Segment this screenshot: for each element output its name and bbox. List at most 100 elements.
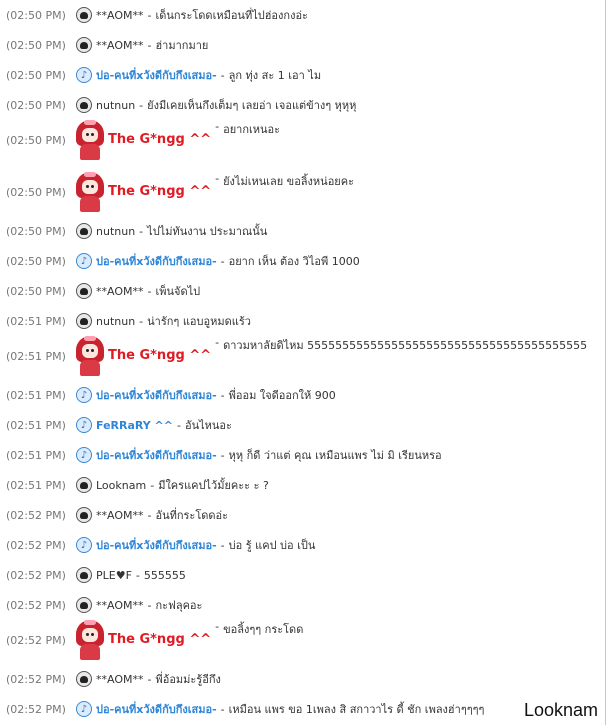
separator: - xyxy=(215,172,220,185)
timestamp: (02:52 PM) xyxy=(6,538,66,552)
nickname[interactable]: ปอ-คนที่xวังดีกับกึงเสมอ- xyxy=(96,536,217,554)
chat-row: (02:52 PM) PLE♥F - 555555 xyxy=(0,560,605,590)
separator: - xyxy=(177,418,181,432)
timestamp: (02:51 PM) xyxy=(6,388,66,402)
nickname[interactable]: Looknam xyxy=(96,479,146,492)
message-text: ฮ่ามากมาย xyxy=(155,39,209,52)
avatar-icon xyxy=(76,120,104,160)
message-text: เหมือน แพร ขอ 1เพลง สิ สกาวาไร ดี้ ชัก เ… xyxy=(228,703,485,716)
separator: - xyxy=(215,120,220,133)
watermark: Looknam xyxy=(523,700,598,720)
nickname[interactable]: ปอ-คนที่xวังดีกับกึงเสมอ- xyxy=(96,386,217,404)
nickname[interactable]: nutnun xyxy=(96,225,135,238)
nickname[interactable]: **AOM** xyxy=(96,39,143,52)
chat-row: (02:50 PM) **AOM** - เด็นกระโดดเหมือนที่… xyxy=(0,0,605,30)
skull-icon xyxy=(76,313,92,329)
nickname[interactable]: **AOM** xyxy=(96,509,143,522)
skull-icon xyxy=(76,671,92,687)
message-text: ลูก ทุ่ง สะ 1 เอา ไม xyxy=(228,69,322,82)
chat-row: (02:52 PM) **AOM** - อันที่กระโดดอ่ะ xyxy=(0,500,605,530)
timestamp: (02:50 PM) xyxy=(6,8,66,22)
timestamp: (02:50 PM) xyxy=(6,134,66,147)
nickname[interactable]: The G*ngg ^^ xyxy=(108,632,211,647)
message-text: อันไหนอะ xyxy=(184,419,232,432)
nickname[interactable]: **AOM** xyxy=(96,599,143,612)
separator: - xyxy=(139,224,144,238)
skull-icon xyxy=(76,283,92,299)
separator: - xyxy=(135,568,140,582)
separator: - xyxy=(220,254,225,268)
message-text: ไปไม่ทันงาน ประมาณนั้น xyxy=(147,225,268,238)
timestamp: (02:51 PM) xyxy=(6,350,66,363)
timestamp: (02:51 PM) xyxy=(6,478,66,492)
avatar-icon xyxy=(76,336,104,376)
chat-log: (02:50 PM) **AOM** - เด็นกระโดดเหมือนที่… xyxy=(0,0,606,725)
timestamp: (02:51 PM) xyxy=(6,418,66,432)
chat-row: (02:52 PM) ปอ-คนที่xวังดีกับกึงเสมอ- - บ… xyxy=(0,530,605,560)
music-note-icon xyxy=(76,67,92,83)
chat-row: (02:51 PM) nutnun - น่ารักๆ แอบอูหมดแร้ว xyxy=(0,306,605,336)
music-note-icon xyxy=(76,253,92,269)
timestamp: (02:50 PM) xyxy=(6,68,66,82)
message-text: อยากเหนอะ xyxy=(223,123,281,136)
chat-row: (02:52 PM) ปอ-คนที่xวังดีกับกึงเสมอ- - เ… xyxy=(0,694,605,724)
chat-row: (02:52 PM) **AOM** - พี่อ้อมม่ะรู้อีกึง xyxy=(0,664,605,694)
chat-row: (02:51 PM) FeRRaRY ^^ - อันไหนอะ xyxy=(0,410,605,440)
avatar-icon xyxy=(76,620,104,660)
skull-icon xyxy=(76,507,92,523)
timestamp: (02:52 PM) xyxy=(6,672,66,686)
nickname[interactable]: The G*ngg ^^ xyxy=(108,184,211,199)
nickname[interactable]: **AOM** xyxy=(96,673,143,686)
nickname[interactable]: The G*ngg ^^ xyxy=(108,132,211,147)
separator: - xyxy=(150,478,155,492)
skull-icon xyxy=(76,223,92,239)
message-text: ขอลิ้งๆๆ กระโดด xyxy=(223,623,304,636)
chat-row: (02:50 PM) nutnun - ไปไม่ทันงาน ประมาณนั… xyxy=(0,216,605,246)
separator: - xyxy=(215,336,220,349)
message-text: น่ารักๆ แอบอูหมดแร้ว xyxy=(147,315,251,328)
nickname[interactable]: ปอ-คนที่xวังดีกับกึงเสมอ- xyxy=(96,66,217,84)
timestamp: (02:50 PM) xyxy=(6,254,66,268)
separator: - xyxy=(139,314,144,328)
timestamp: (02:52 PM) xyxy=(6,568,66,582)
nickname[interactable]: ปอ-คนที่xวังดีกับกึงเสมอ- xyxy=(96,252,217,270)
nickname[interactable]: ปอ-คนที่xวังดีกับกึงเสมอ- xyxy=(96,446,217,464)
nickname[interactable]: The G*ngg ^^ xyxy=(108,348,211,363)
chat-row: (02:50 PM) ปอ-คนที่xวังดีกับกึงเสมอ- - ล… xyxy=(0,60,605,90)
message-text: พี่ออม ใจดีออกให้ 900 xyxy=(228,389,336,402)
separator: - xyxy=(147,284,152,298)
chat-row: (02:50 PM) **AOM** - ฮ่ามากมาย xyxy=(0,30,605,60)
message-text: อันที่กระโดดอ่ะ xyxy=(155,509,229,522)
nickname[interactable]: nutnun xyxy=(96,315,135,328)
chat-row: (02:51 PM) Looknam - มีใครแคปไว้มั้ยคะะ … xyxy=(0,470,605,500)
chat-row: (02:51 PM) ปอ-คนที่xวังดีกับกึงเสมอ- - พ… xyxy=(0,380,605,410)
nickname[interactable]: ปอ-คนที่xวังดีกับกึงเสมอ- xyxy=(96,700,217,718)
chat-row: (02:52 PM) The G*ngg ^^ - ขอลิ้งๆๆ กระโด… xyxy=(0,620,605,664)
timestamp: (02:52 PM) xyxy=(6,634,66,647)
skull-icon xyxy=(76,477,92,493)
timestamp: (02:52 PM) xyxy=(6,598,66,612)
message-text: หุหุ ก็ดี ว่าแต่ คุณ เหมือนแพร ไม่ มิ เร… xyxy=(228,449,442,462)
nickname[interactable]: FeRRaRY ^^ xyxy=(96,419,173,432)
nickname[interactable]: nutnun xyxy=(96,99,135,112)
message-text: กะฟลุคอะ xyxy=(155,599,203,612)
message-text: ยังไม่เหนเลย ขอลิ้งหน่อยคะ xyxy=(223,175,355,188)
music-note-icon xyxy=(76,417,92,433)
message-text: อยาก เห็น ต้อง วิไอพี 1000 xyxy=(228,255,360,268)
skull-icon xyxy=(76,7,92,23)
nickname[interactable]: PLE♥F xyxy=(96,569,132,582)
separator: - xyxy=(220,68,225,82)
nickname[interactable]: **AOM** xyxy=(96,9,143,22)
separator: - xyxy=(147,598,152,612)
message-text: ดาวมหาลัยดิไหม 5555555555555555555555555… xyxy=(223,339,588,352)
music-note-icon xyxy=(76,387,92,403)
timestamp: (02:52 PM) xyxy=(6,702,66,716)
separator: - xyxy=(220,388,225,402)
separator: - xyxy=(220,448,225,462)
nickname[interactable]: **AOM** xyxy=(96,285,143,298)
separator: - xyxy=(220,538,225,552)
timestamp: (02:50 PM) xyxy=(6,284,66,298)
separator: - xyxy=(147,508,152,522)
message-text: เพ็นจัดไป xyxy=(155,285,201,298)
separator: - xyxy=(147,672,152,686)
